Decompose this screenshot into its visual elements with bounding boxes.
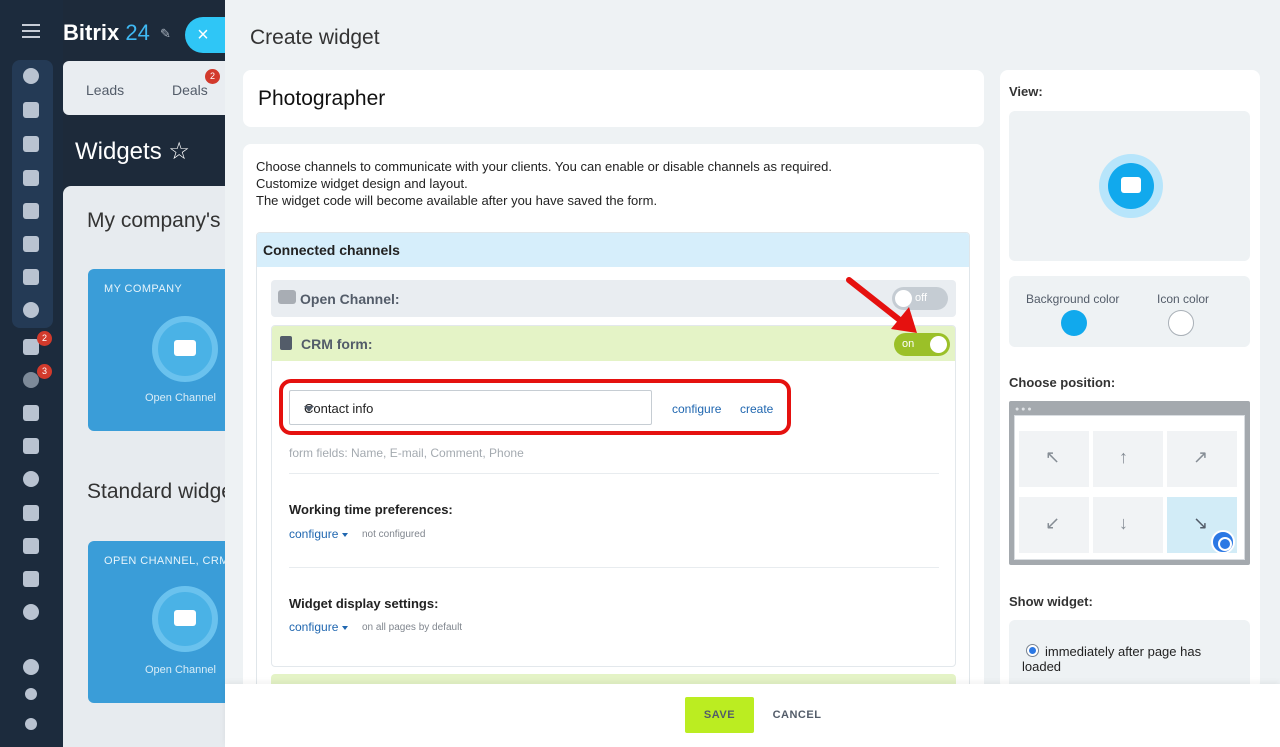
box-icon[interactable] (23, 571, 39, 587)
working-time-title: Working time preferences: (289, 502, 453, 517)
widget-name-field[interactable]: Photographer (243, 70, 984, 127)
connected-channels-header: Connected channels (257, 233, 969, 267)
app-logo: Bitrix 24 (63, 20, 150, 45)
position-picker: ● ● ● ↖ ↑ ↗ ↙ ↓ ↘ (1009, 401, 1250, 565)
settings-gear-icon[interactable] (25, 718, 37, 730)
display-settings-title: Widget display settings: (289, 596, 439, 611)
icon-color-label: Icon color (1157, 292, 1210, 306)
contact-card-icon[interactable] (23, 505, 39, 521)
form-icon (280, 336, 292, 350)
tab-deals[interactable]: Deals (172, 82, 208, 98)
target-icon[interactable] (23, 471, 39, 487)
tab-leads[interactable]: Leads (86, 82, 124, 98)
configure-form-link[interactable]: configure (672, 402, 721, 416)
groups-icon[interactable] (23, 302, 39, 318)
chat-icon (278, 290, 296, 304)
slider-footer: SAVE CANCEL (225, 684, 1280, 747)
position-top-left[interactable]: ↖ (1018, 430, 1090, 488)
crm-form-label: CRM form: (301, 336, 373, 352)
save-button[interactable]: SAVE (685, 697, 754, 733)
display-settings-configure[interactable]: configure (289, 620, 349, 634)
intro-line: Choose channels to communicate with your… (256, 159, 832, 174)
card-caption: MY COMPANY (104, 283, 183, 295)
more-icon[interactable] (23, 604, 39, 620)
section-title: My company's (87, 209, 221, 232)
position-top-right[interactable]: ↗ (1166, 430, 1238, 488)
selected-form: Contact info (304, 401, 374, 416)
left-rail: 2 3 (0, 0, 63, 747)
dropdown-caret-icon (342, 625, 349, 630)
intro-line: Customize widget design and layout. (256, 176, 468, 191)
structure-icon[interactable] (25, 688, 37, 700)
cancel-button[interactable]: CANCEL (767, 697, 827, 733)
icon-color-swatch[interactable] (1168, 310, 1194, 336)
position-label: Choose position: (1009, 375, 1116, 390)
rail-badge: 3 (37, 364, 52, 379)
widget-card[interactable]: MY COMPANY Open Channel (88, 269, 233, 431)
widget-card[interactable]: OPEN CHANNEL, CRM Open Channel (88, 541, 233, 703)
slider-title: Create widget (250, 26, 380, 49)
divider (289, 567, 939, 568)
chat-icon[interactable] (23, 136, 39, 152)
help-icon[interactable] (23, 659, 39, 675)
crm-form-toggle[interactable]: on (894, 333, 950, 356)
feed-icon[interactable] (23, 68, 39, 84)
working-time-configure[interactable]: configure (289, 527, 349, 541)
widget-appearance-panel: View: Background color Icon color Choose… (1000, 70, 1260, 690)
phone-icon (1211, 530, 1235, 554)
rail-group (12, 60, 53, 328)
display-settings-status: on all pages by default (362, 622, 463, 633)
working-time-status: not configured (362, 529, 426, 540)
cart-icon[interactable] (23, 438, 39, 454)
chat-bubble-icon (1108, 163, 1154, 209)
position-bottom-left[interactable]: ↙ (1018, 496, 1090, 554)
create-widget-slider: Create widget Photographer Choose channe… (225, 0, 1280, 747)
edit-pencil-icon[interactable]: ✎ (160, 26, 171, 42)
create-form-link[interactable]: create (740, 402, 773, 416)
show-widget-label: Show widget: (1009, 594, 1093, 609)
widget-preview (1009, 111, 1250, 261)
card-name: Open Channel (145, 664, 216, 676)
crm-form-block: CRM form: on Contact info configure crea… (271, 325, 956, 667)
show-immediately-label: immediately after page has loaded (1022, 644, 1202, 674)
view-label: View: (1009, 84, 1043, 99)
page-title: Widgets ☆ (75, 138, 190, 165)
deals-badge: 2 (205, 69, 220, 84)
show-widget-options: immediately after page has loaded (1009, 620, 1250, 690)
rail-badge: 2 (37, 331, 52, 346)
close-slider-button[interactable]: × (185, 17, 229, 53)
background-color-label: Background color (1026, 292, 1120, 306)
annotation-arrow-icon (846, 277, 917, 333)
color-settings: Background color Icon color (1009, 276, 1250, 347)
mail-icon[interactable] (23, 269, 39, 285)
intro-line: The widget code will become available af… (256, 193, 658, 208)
position-top-center[interactable]: ↑ (1092, 430, 1164, 488)
robot-icon[interactable] (23, 538, 39, 554)
card-caption: OPEN CHANNEL, CRM (104, 555, 229, 567)
chat-bubble-icon (152, 316, 218, 382)
browser-dots: ● ● ● (1015, 406, 1032, 413)
calendar-icon[interactable] (23, 170, 39, 186)
card-name: Open Channel (145, 392, 216, 404)
channels-panel: Choose channels to communicate with your… (243, 144, 984, 704)
divider (289, 473, 939, 474)
chat-bubble-icon (152, 586, 218, 652)
toggle-state: on (902, 338, 915, 350)
open-channel-label: Open Channel: (300, 291, 400, 307)
background-color-swatch[interactable] (1061, 310, 1087, 336)
toggle-knob (930, 336, 947, 353)
bank-icon[interactable] (23, 405, 39, 421)
crm-form-select[interactable]: Contact info (289, 390, 652, 425)
chevron-down-icon (304, 406, 314, 412)
section-title: Standard widge (87, 480, 233, 503)
dropdown-caret-icon (342, 532, 349, 537)
drive-icon[interactable] (23, 236, 39, 252)
menu-icon[interactable] (22, 24, 40, 38)
position-bottom-center[interactable]: ↓ (1092, 496, 1164, 554)
widget-name-value: Photographer (258, 87, 386, 110)
document-icon[interactable] (23, 203, 39, 219)
tasks-icon[interactable] (23, 102, 39, 118)
form-fields-hint: form fields: Name, E-mail, Comment, Phon… (289, 446, 524, 460)
